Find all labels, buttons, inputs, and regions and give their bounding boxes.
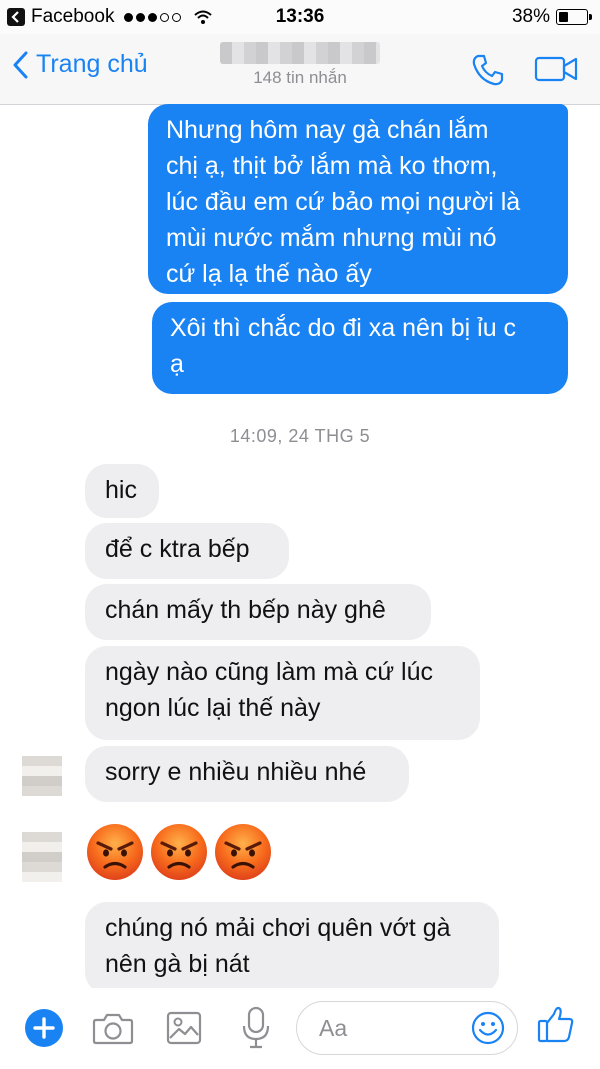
contact-name[interactable] [220, 42, 380, 64]
photo-icon [166, 1011, 202, 1045]
video-camera-icon [534, 56, 578, 82]
angry-face-emoji-icon [87, 824, 143, 880]
photo-button[interactable] [166, 1010, 202, 1051]
incoming-message[interactable]: sorry e nhiều nhiều nhé [85, 746, 409, 802]
sender-avatar[interactable] [22, 756, 62, 796]
incoming-message[interactable]: ngày nào cũng làm mà cứ lúc ngon lúc lại… [85, 646, 480, 740]
video-call-button[interactable] [534, 54, 580, 84]
microphone-icon [242, 1006, 270, 1049]
clock: 13:36 [275, 6, 325, 27]
message-text-field[interactable] [317, 1014, 461, 1043]
composer-bar [0, 988, 600, 1069]
angry-face-emoji-icon [215, 824, 271, 880]
outgoing-message[interactable]: Xôi thì chắc do đi xa nên bị ỉu c ạ [152, 302, 568, 394]
camera-button[interactable] [92, 1010, 134, 1051]
status-bar: Facebook 13:36 38% [0, 0, 600, 34]
outgoing-message[interactable]: Nhưng hôm nay gà chán lắm chị ạ, thịt bở… [148, 104, 568, 294]
incoming-message[interactable]: chúng nó mải chơi quên vớt gà nên gà bị … [85, 902, 499, 994]
voice-button[interactable] [242, 1006, 270, 1055]
battery-icon [556, 9, 592, 25]
sender-avatar[interactable] [22, 832, 62, 882]
message-timestamp: 14:09, 24 THG 5 [229, 426, 371, 446]
incoming-message[interactable]: chán mấy th bếp này ghê [85, 584, 431, 640]
incoming-message[interactable]: hic [85, 464, 159, 518]
plus-icon [25, 1009, 63, 1047]
conversation-header: Trang chủ 148 tin nhắn [0, 34, 600, 105]
phone-icon [472, 54, 504, 86]
call-button[interactable] [470, 52, 506, 88]
thumbs-up-icon [537, 1006, 574, 1043]
like-button[interactable] [536, 1004, 576, 1049]
battery-percent: 38% [511, 6, 550, 27]
more-actions-button[interactable] [24, 1008, 64, 1053]
incoming-message[interactable]: để c ktra bếp [85, 523, 289, 579]
smiley-icon[interactable] [471, 1011, 505, 1045]
camera-icon [92, 1013, 134, 1045]
message-count: 148 tin nhắn [253, 68, 347, 87]
angry-face-emoji-icon [151, 824, 207, 880]
message-input[interactable] [296, 1001, 518, 1055]
